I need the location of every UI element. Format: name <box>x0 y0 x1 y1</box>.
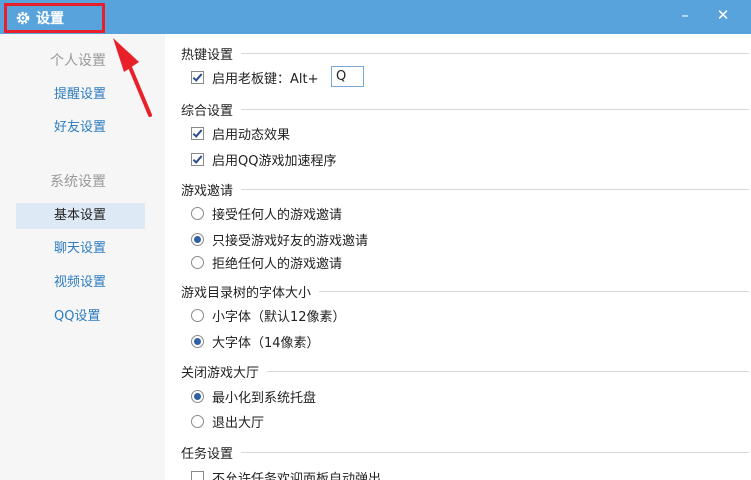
section-invite: 游戏邀请 <box>181 180 749 199</box>
checkmark-icon <box>192 73 203 82</box>
invite-reject-all-label: 拒绝任何人的游戏邀请 <box>212 257 343 272</box>
radio-dot <box>194 236 201 243</box>
minimize-icon: – <box>681 6 689 24</box>
font-large-label: 大字体（14像素） <box>212 336 320 351</box>
radio[interactable] <box>191 390 204 403</box>
game-accel-checkbox[interactable]: 启用QQ游戏加速程序 <box>191 150 336 169</box>
radio[interactable] <box>191 415 204 428</box>
radio[interactable] <box>191 309 204 322</box>
dynamic-effects-checkbox[interactable]: 启用动态效果 <box>191 124 290 143</box>
dynamic-effects-label: 启用动态效果 <box>212 128 291 143</box>
font-large-radio[interactable]: 大字体（14像素） <box>191 332 320 351</box>
section-divider <box>241 452 749 453</box>
section-divider <box>267 371 749 372</box>
sidebar: 个人设置 提醒设置 好友设置 系统设置 基本设置 聊天设置 视频设置 QQ设置 <box>0 34 165 480</box>
sidebar-item-video[interactable]: 视频设置 <box>16 270 145 296</box>
sidebar-group-system: 系统设置 <box>50 174 106 190</box>
radio[interactable] <box>191 335 204 348</box>
invite-friends-only-radio[interactable]: 只接受游戏好友的游戏邀请 <box>191 230 368 249</box>
game-accel-label: 启用QQ游戏加速程序 <box>212 154 337 169</box>
checkbox[interactable] <box>191 471 204 480</box>
radio-dot <box>194 393 201 400</box>
invite-accept-all-label: 接受任何人的游戏邀请 <box>212 208 343 223</box>
invite-friends-only-label: 只接受游戏好友的游戏邀请 <box>212 234 369 249</box>
minimize-to-tray-radio[interactable]: 最小化到系统托盘 <box>191 387 316 406</box>
close-icon: ✕ <box>716 6 730 24</box>
checkbox[interactable] <box>191 71 204 84</box>
boss-key-label: 启用老板键：Alt+ <box>212 72 319 87</box>
sidebar-item-friends[interactable]: 好友设置 <box>16 115 145 141</box>
invite-reject-all-radio[interactable]: 拒绝任何人的游戏邀请 <box>191 253 342 272</box>
sidebar-item-basic[interactable]: 基本设置 <box>16 203 145 229</box>
exit-hall-label: 退出大厅 <box>212 416 265 431</box>
sidebar-group-personal: 个人设置 <box>50 53 106 69</box>
minimize-to-tray-label: 最小化到系统托盘 <box>212 391 317 406</box>
sidebar-item-chat[interactable]: 聊天设置 <box>16 236 145 262</box>
checkbox[interactable] <box>191 153 204 166</box>
radio-dot <box>194 338 201 345</box>
radio[interactable] <box>191 256 204 269</box>
font-small-label: 小字体（默认12像素） <box>212 310 346 325</box>
checkmark-icon <box>192 129 203 138</box>
section-title: 任务设置 <box>181 447 234 462</box>
section-title: 热键设置 <box>181 48 234 63</box>
radio[interactable] <box>191 207 204 220</box>
section-title: 游戏目录树的字体大小 <box>181 286 312 301</box>
section-divider <box>241 189 749 190</box>
boss-key-input[interactable] <box>331 66 364 87</box>
settings-content: 热键设置 启用老板键：Alt+ 综合设置 启用动态效果 启用QQ游戏加速程序 游… <box>165 34 751 480</box>
checkbox[interactable] <box>191 127 204 140</box>
window-title: 设置 <box>36 11 64 27</box>
radio[interactable] <box>191 233 204 246</box>
section-close-hall: 关闭游戏大厅 <box>181 362 749 381</box>
section-divider <box>241 109 749 110</box>
section-font-size: 游戏目录树的字体大小 <box>181 282 749 301</box>
section-divider <box>319 291 749 292</box>
close-button[interactable]: ✕ <box>708 4 738 26</box>
section-divider <box>241 53 749 54</box>
checkmark-icon <box>192 155 203 164</box>
gear-icon <box>16 11 30 25</box>
font-small-radio[interactable]: 小字体（默认12像素） <box>191 306 346 325</box>
section-title: 游戏邀请 <box>181 184 234 199</box>
invite-accept-all-radio[interactable]: 接受任何人的游戏邀请 <box>191 204 342 223</box>
section-general: 综合设置 <box>181 100 749 119</box>
minimize-button[interactable]: – <box>670 4 700 26</box>
sidebar-item-qq[interactable]: QQ设置 <box>16 304 145 330</box>
section-title: 关闭游戏大厅 <box>181 366 260 381</box>
section-title: 综合设置 <box>181 104 234 119</box>
task-popup-label: 不允许任务欢迎面板自动弹出 <box>212 472 382 480</box>
task-popup-checkbox[interactable]: 不允许任务欢迎面板自动弹出 <box>191 468 381 480</box>
sidebar-item-reminder[interactable]: 提醒设置 <box>16 82 145 108</box>
title-bar: 设置 – ✕ <box>0 0 751 34</box>
section-hotkey: 热键设置 <box>181 44 749 63</box>
boss-key-checkbox[interactable]: 启用老板键：Alt+ <box>191 68 319 87</box>
title-highlight-box: 设置 <box>4 3 105 33</box>
section-task: 任务设置 <box>181 443 749 462</box>
exit-hall-radio[interactable]: 退出大厅 <box>191 412 264 431</box>
